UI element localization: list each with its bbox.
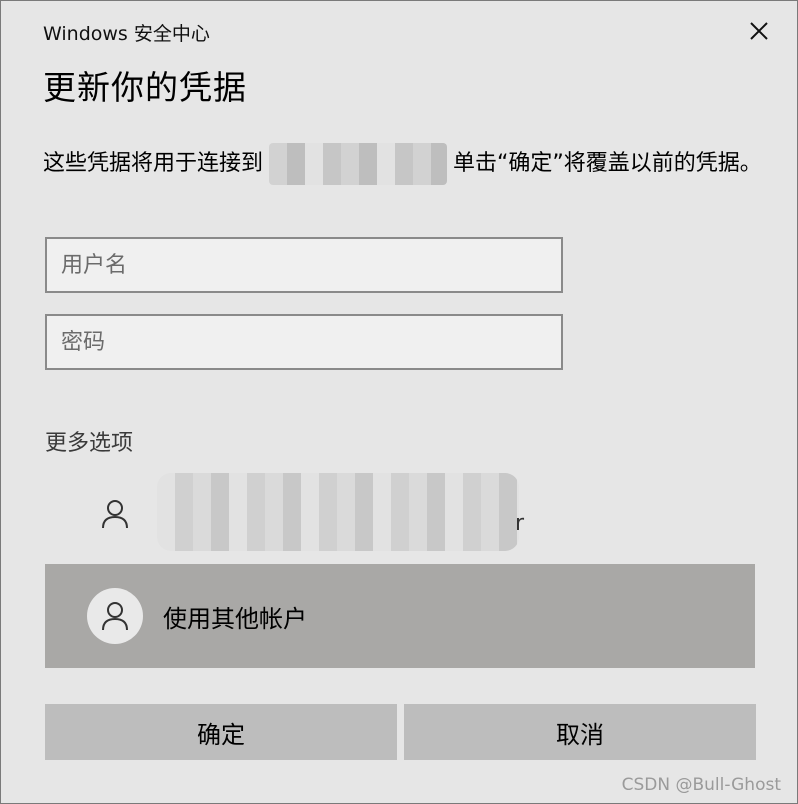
close-icon [750, 22, 768, 40]
watermark: CSDN @Bull-Ghost [621, 775, 781, 795]
cancel-button[interactable]: 取消 [404, 704, 756, 760]
person-icon [87, 486, 143, 542]
window-title: Windows 安全中心 [43, 23, 210, 45]
credential-dialog: Windows 安全中心 更新你的凭据 这些凭据将用于连接到 单击“确定”将覆盖以… [0, 0, 798, 804]
description-text-before: 这些凭据将用于连接到 [43, 151, 264, 176]
ok-button[interactable]: 确定 [45, 704, 397, 760]
dialog-description: 这些凭据将用于连接到 单击“确定”将覆盖以前的凭据。 [43, 143, 763, 185]
person-icon [102, 602, 128, 631]
redacted-target-name [269, 143, 448, 185]
saved-account-name-suffix: r [515, 511, 525, 536]
redacted-account-name [157, 473, 519, 551]
more-options-label: 更多选项 [45, 431, 134, 456]
username-field-container [45, 237, 563, 293]
close-button[interactable] [743, 15, 775, 47]
saved-account-option[interactable]: r [45, 471, 755, 557]
description-text-after: 单击“确定”将覆盖以前的凭据。 [453, 151, 762, 176]
use-other-account-option[interactable]: 使用其他帐户 [45, 564, 755, 668]
password-field-container [45, 314, 563, 370]
dialog-heading: 更新你的凭据 [43, 68, 247, 107]
password-input[interactable] [47, 316, 561, 368]
username-input[interactable] [47, 239, 561, 291]
avatar [87, 588, 143, 644]
use-other-account-label: 使用其他帐户 [163, 604, 307, 633]
